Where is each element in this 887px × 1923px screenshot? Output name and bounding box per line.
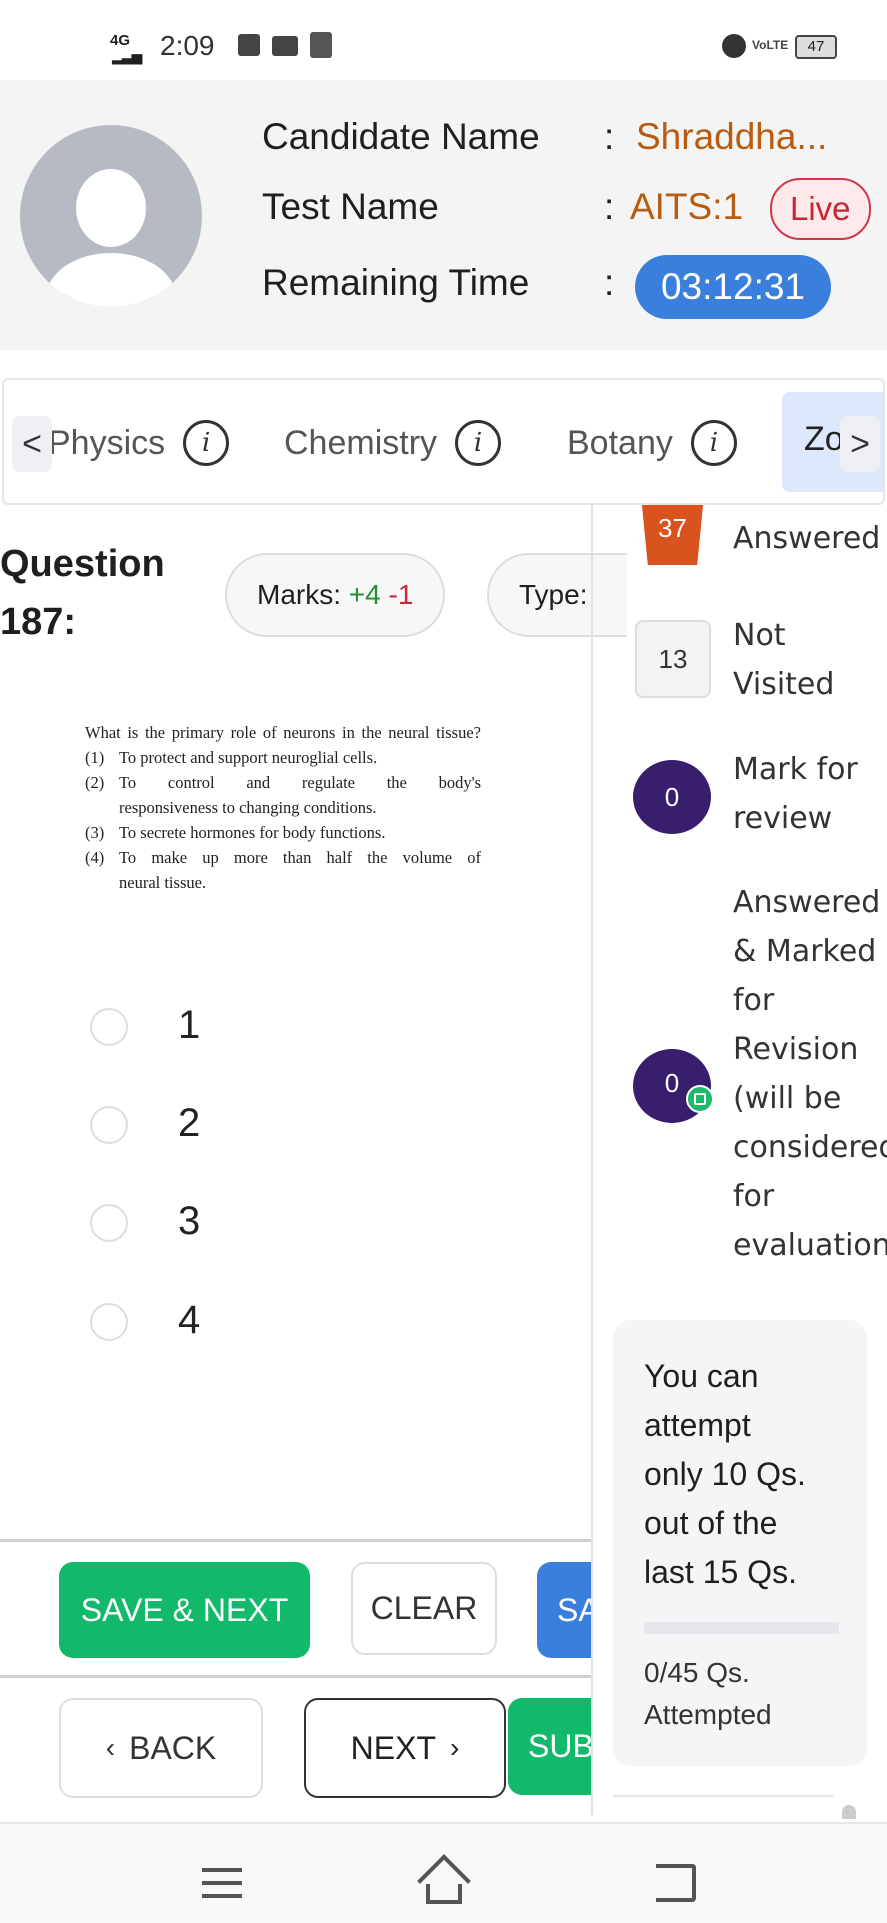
mail-icon <box>272 36 298 56</box>
attempt-progress-bar <box>644 1622 839 1634</box>
legend-label: Not Visited <box>733 618 835 702</box>
save-mark-button[interactable]: SA <box>537 1562 593 1658</box>
legend-label: Mark for review <box>733 752 858 836</box>
remaining-time-value: 03:12:31 <box>635 255 831 319</box>
status-bar: 4G ▂▃▅ 2:09 VoLTE 47 <box>0 0 887 80</box>
marks-minus: -1 <box>388 579 414 610</box>
colon: : <box>604 262 615 303</box>
question-text: What is the primary role of neurons in t… <box>85 720 481 895</box>
tab-physics[interactable]: Physics i <box>48 420 230 466</box>
question-number: Question 187: <box>0 543 165 643</box>
tab-label: Chemistry <box>284 423 438 462</box>
marks-pill: Marks: +4 -1 <box>225 553 446 637</box>
system-nav-bar <box>0 1822 887 1923</box>
chevron-left-icon: ‹ <box>105 1732 116 1763</box>
legend-label: Answered & Marked for Revision (will be consi… <box>733 885 887 1263</box>
question-stem: What is the primary role of neurons in t… <box>85 723 481 742</box>
save-next-button[interactable]: SAVE & NEXT <box>59 1562 310 1658</box>
divider <box>0 1675 592 1678</box>
divider <box>0 1539 592 1542</box>
note-icon <box>686 1085 714 1113</box>
tab-label: Physics <box>48 423 166 462</box>
volte-icon: VoLTE <box>752 38 789 52</box>
back-button[interactable]: ‹ BACK <box>59 1698 263 1798</box>
gallery-icon <box>238 34 260 56</box>
tabs-prev-button[interactable]: < <box>12 416 52 472</box>
colon: : <box>604 186 615 227</box>
option-radio-3[interactable] <box>90 1204 128 1242</box>
signal-icon: ▂▃▅ <box>112 48 142 64</box>
legend-label: NotAnswered <box>733 505 881 556</box>
next-button[interactable]: NEXT › <box>304 1698 506 1798</box>
alarm-icon <box>722 34 746 58</box>
attempted-count: 0/45 Qs. Attempted <box>644 1657 772 1730</box>
marks-label: Marks: <box>257 579 341 610</box>
clear-button[interactable]: CLEAR <box>351 1562 497 1655</box>
question-option: (4) To make up more than half the volume … <box>85 848 481 892</box>
chevron-right-icon: › <box>450 1732 460 1763</box>
info-icon[interactable]: i <box>455 420 502 466</box>
not-visited-count: 13 <box>635 620 711 698</box>
option-label: 4 <box>178 1298 201 1342</box>
option-label: 2 <box>178 1101 201 1145</box>
mark-review-count: 0 <box>633 760 711 834</box>
info-icon[interactable]: i <box>690 420 737 466</box>
tab-zoology[interactable]: Zo <box>804 420 844 459</box>
back-nav-icon[interactable] <box>656 1864 696 1902</box>
not-answered-count: 37 <box>640 505 705 565</box>
home-icon[interactable] <box>416 1854 472 1908</box>
menu-icon[interactable] <box>202 1868 242 1898</box>
candidate-name-label: Candidate Name <box>262 116 540 157</box>
tabs-next-button[interactable]: > <box>840 416 880 472</box>
option-radio-4[interactable] <box>90 1303 128 1341</box>
question-option: (3) To secrete hormones for body function… <box>85 823 386 842</box>
candidate-name-value: Shraddha... <box>636 116 828 157</box>
option-label: 1 <box>178 1003 201 1047</box>
facebook-icon <box>310 32 332 58</box>
submit-button[interactable]: SUB <box>508 1698 593 1795</box>
attempt-limit-text: You can attempt only 10 Qs. out of the last … <box>644 1358 806 1590</box>
question-option: (2) To control and regulate the body's res… <box>85 773 481 817</box>
tab-botany[interactable]: Botany i <box>567 420 737 466</box>
info-icon[interactable]: i <box>183 420 230 466</box>
test-name-value: AITS:1 <box>630 186 744 227</box>
question-option: (1) To protect and support neuroglial cel… <box>85 748 378 767</box>
divider <box>613 1795 833 1797</box>
tab-chemistry[interactable]: Chemistry i <box>284 420 502 466</box>
option-label: 3 <box>178 1199 201 1243</box>
remaining-time-label: Remaining Time <box>262 262 530 303</box>
colon: : <box>604 116 615 157</box>
test-name-label: Test Name <box>262 186 439 227</box>
tab-label: Botany <box>567 423 673 462</box>
marks-plus: +4 <box>348 579 381 610</box>
option-radio-1[interactable] <box>90 1008 128 1046</box>
scrollbar-handle[interactable] <box>842 1805 856 1819</box>
network-indicator: 4G <box>110 32 131 49</box>
clock: 2:09 <box>160 30 215 61</box>
live-badge: Live <box>770 178 871 240</box>
subject-tabs: Physics i Chemistry i Botany i Zo < > <box>2 378 885 505</box>
battery-icon: 47 <box>795 35 837 59</box>
attempt-info-card: You can attempt only 10 Qs. out of the last … <box>613 1320 867 1766</box>
avatar <box>20 125 202 307</box>
option-radio-2[interactable] <box>90 1106 128 1144</box>
tab-label: Zo <box>804 420 844 458</box>
